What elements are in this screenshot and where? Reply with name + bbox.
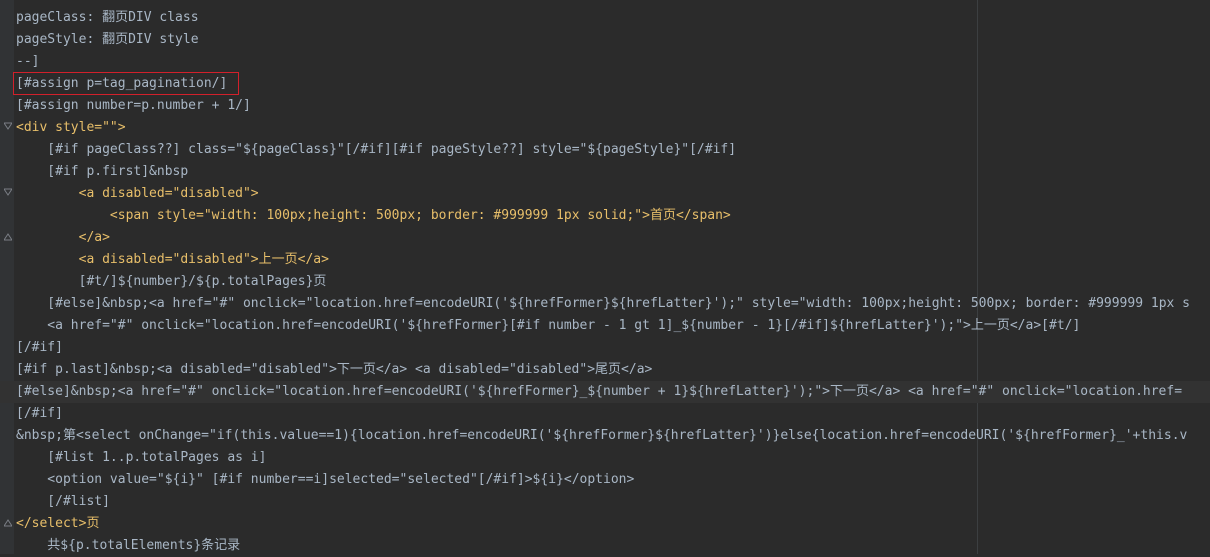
code-line: [/#list] [16, 494, 110, 509]
code-line: [/#if] [16, 340, 63, 355]
code-line: [/#if] [16, 406, 63, 421]
code-line: [#list 1..p.totalPages as i] [16, 450, 267, 465]
code-line: <option value="${i}" [#if number==i]sele… [16, 472, 635, 487]
code-line: [#if pageClass??] class="${pageClass}"[/… [16, 142, 737, 157]
highlight-annotation-box [13, 72, 239, 95]
code-line: <a disabled="disabled"> [16, 186, 259, 201]
code-line: </select>页 [16, 516, 100, 531]
fold-close-icon[interactable] [4, 518, 12, 528]
code-line: </a> [16, 230, 110, 245]
code-line: [#if p.last]&nbsp;<a disabled="disabled"… [16, 362, 653, 377]
code-line: [#if p.first]&nbsp [16, 164, 189, 179]
code-line: [#t/]${number}/${p.totalPages}页 [16, 274, 327, 289]
fold-close-icon[interactable] [4, 232, 12, 242]
code-line: pageStyle: 翻页DIV style [16, 32, 199, 47]
code-line: <div style=""> [16, 120, 126, 135]
code-line: [#assign number=p.number + 1/] [16, 98, 251, 113]
code-line: <a disabled="disabled">上一页</a> [16, 252, 329, 267]
code-line: --] [16, 54, 40, 69]
code-line: [#else]&nbsp;<a href="#" onclick="locati… [16, 296, 1190, 311]
code-line: pageClass: 翻页DIV class [16, 10, 199, 25]
fold-open-icon[interactable] [4, 122, 12, 132]
code-line: &nbsp;第<select onChange="if(this.value==… [16, 428, 1188, 443]
editor-gutter [0, 0, 14, 554]
code-line: <span style="width: 100px;height: 500px;… [16, 208, 731, 223]
code-line-current: [#else]&nbsp;<a href="#" onclick="locati… [0, 381, 1210, 403]
code-line: <a href="#" onclick="location.href=encod… [16, 318, 1081, 333]
fold-open-icon[interactable] [4, 188, 12, 198]
